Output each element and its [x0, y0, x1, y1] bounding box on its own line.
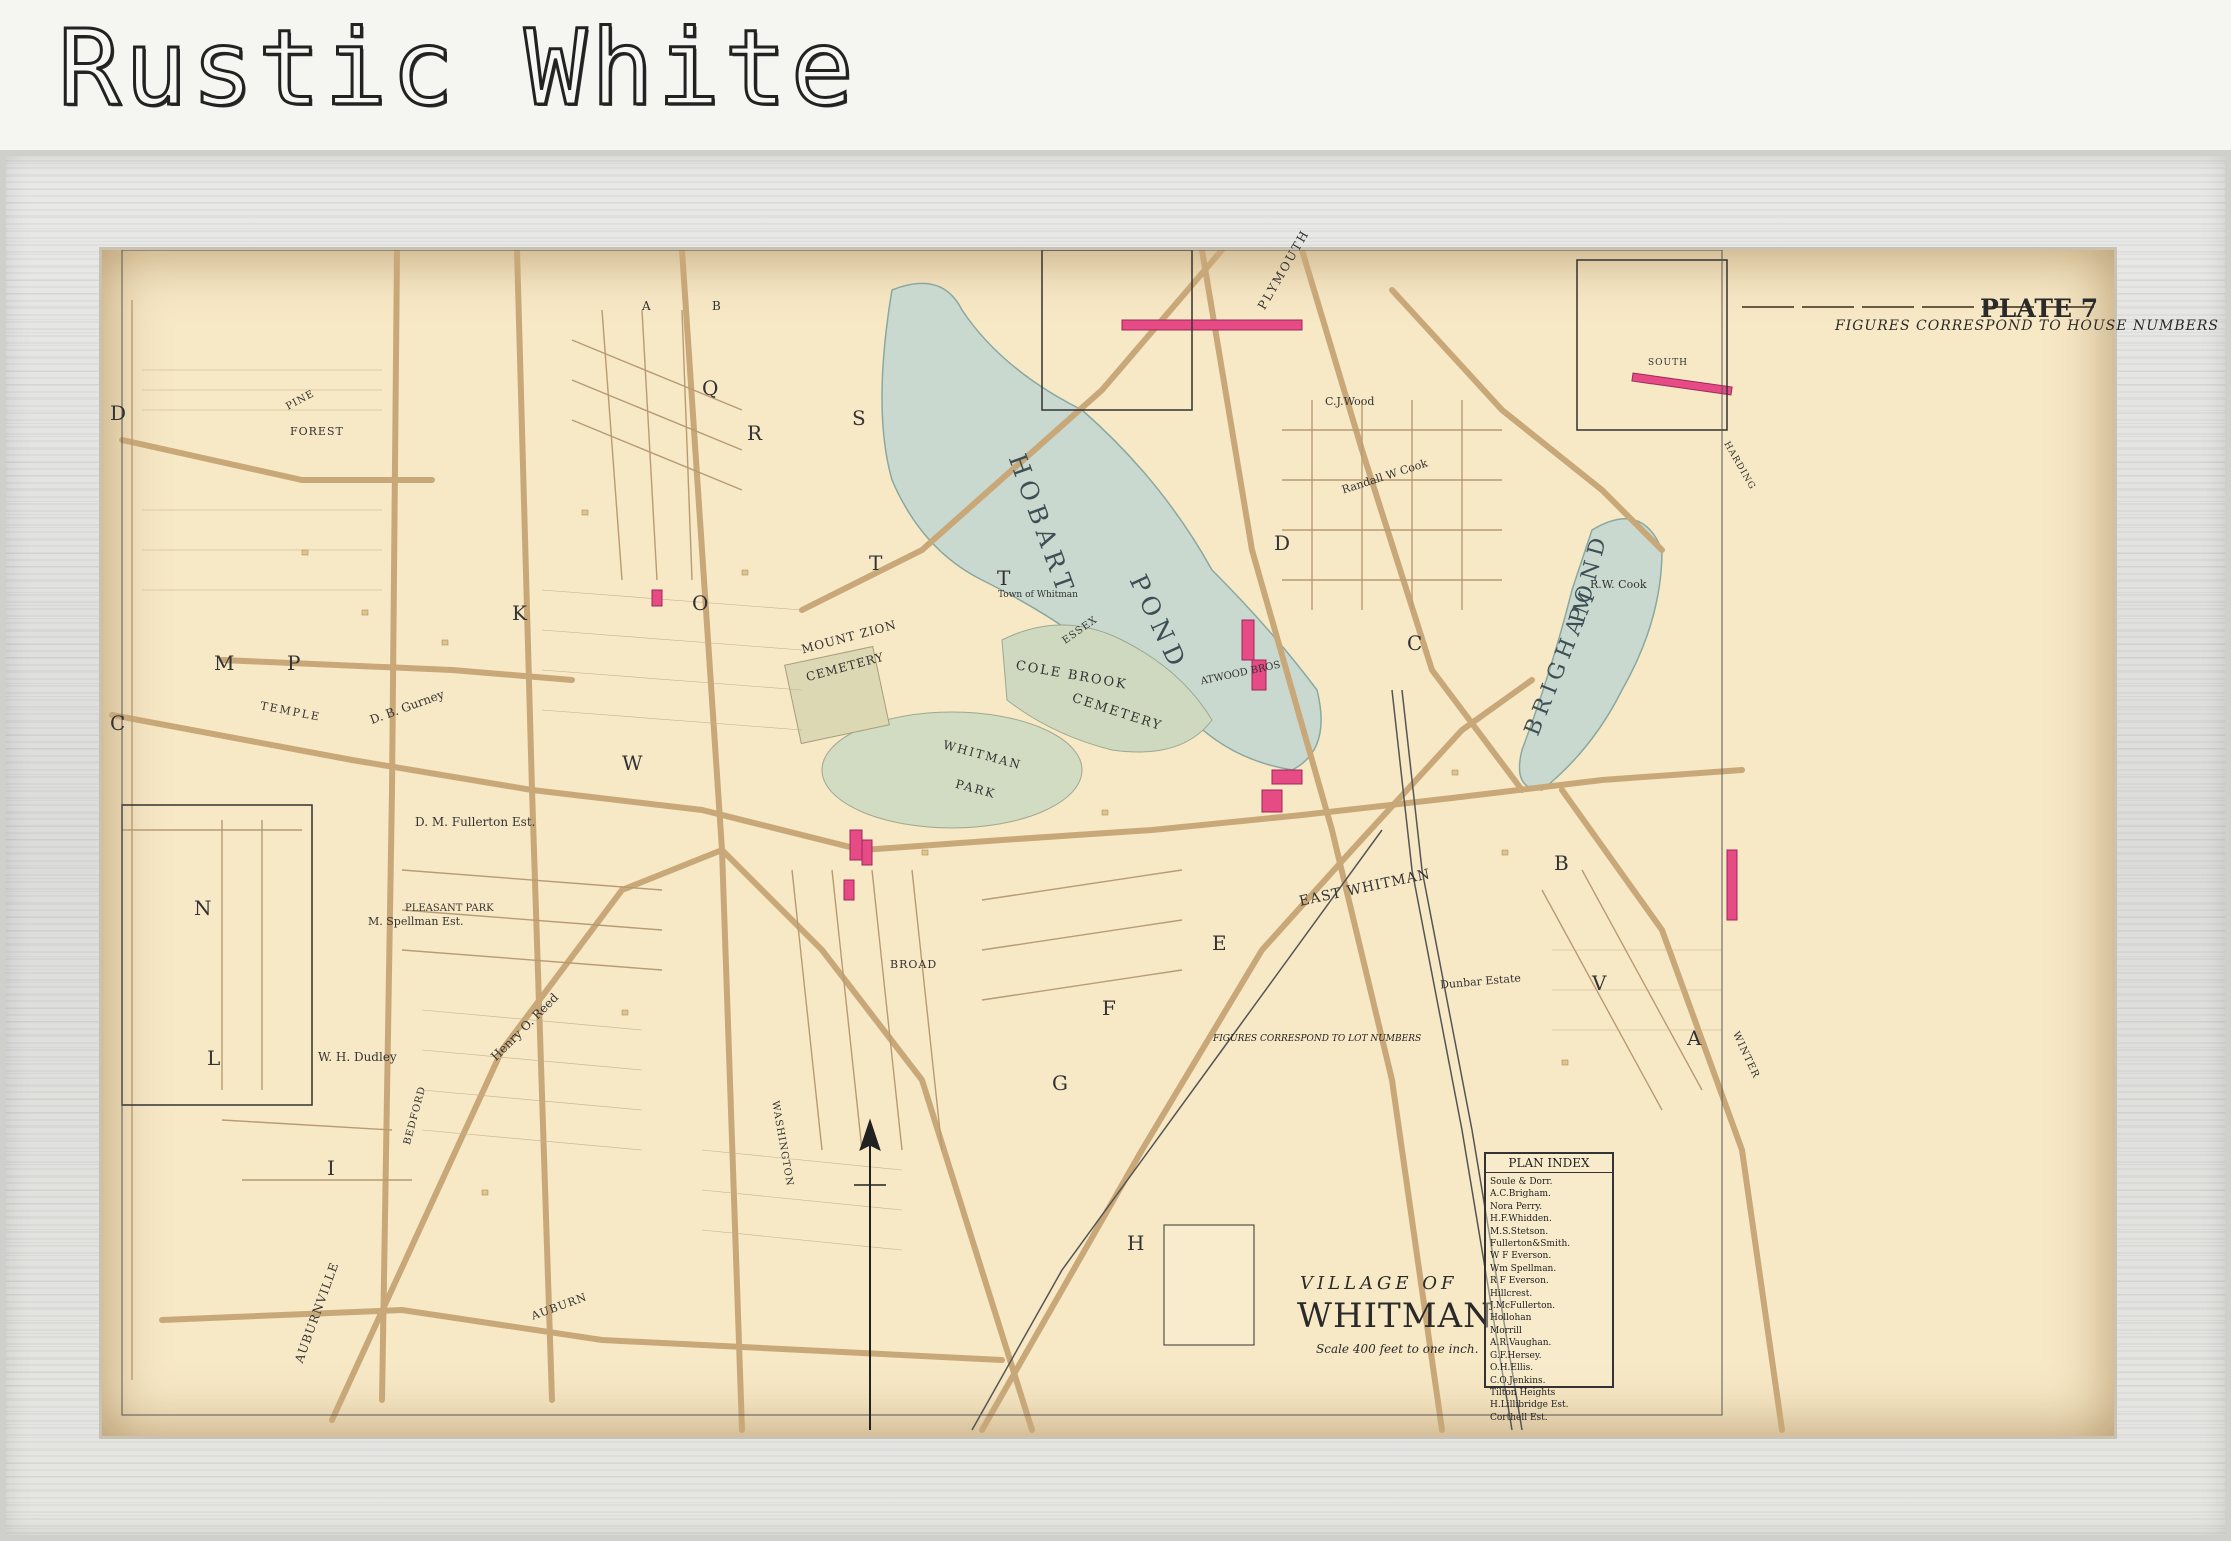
svg-text:B: B: [712, 299, 721, 313]
plan-index-list: Soule & Dorr. A.C.Brigham. Nora Perry. H.F.…: [1486, 1176, 1612, 1424]
svg-text:T: T: [869, 551, 883, 575]
house-numbers-heading: FIGURES CORRESPOND TO HOUSE NUMBERS: [1835, 318, 2219, 334]
svg-text:C: C: [110, 711, 125, 735]
plan-index-item: Tilton Heights: [1490, 1387, 1556, 1398]
plan-index-item: H.Lillibridge Est.: [1490, 1400, 1569, 1411]
dudley-label: W. H. Dudley: [318, 1050, 397, 1064]
map-artwork: W O M P K R Q S T T D C B V A E F G H I N L C D A B: [109, 250, 2094, 1433]
plan-index-item: M.S.Stetson.: [1490, 1226, 1549, 1237]
plan-index-item: J.McFullerton.: [1490, 1301, 1556, 1312]
svg-text:O: O: [692, 591, 708, 615]
svg-text:Q: Q: [702, 376, 718, 400]
svg-text:V: V: [1591, 971, 1607, 995]
svg-text:G: G: [1052, 1071, 1068, 1095]
plan-index-title: PLAN INDEX: [1486, 1154, 1612, 1173]
svg-text:E: E: [1212, 931, 1227, 955]
plan-index-box: PLAN INDEX Soule & Dorr. A.C.Brigham. Nora…: [1484, 1152, 1614, 1423]
plan-index-item: Hollohan: [1490, 1313, 1532, 1324]
plan-index-item: A.R.Vaughan.: [1490, 1338, 1552, 1349]
plan-index-item: Morrill: [1490, 1325, 1522, 1336]
svg-text:W: W: [622, 751, 643, 775]
village-of-label: VILLAGE OF: [1300, 1273, 1458, 1294]
svg-text:B: B: [1554, 851, 1569, 875]
svg-text:F: F: [1102, 996, 1116, 1020]
svg-text:D: D: [110, 401, 126, 425]
cj-wood-label: C.J.Wood: [1325, 395, 1375, 408]
plan-index-item: W F Everson.: [1490, 1251, 1552, 1262]
broad-street-label: BROAD: [890, 958, 938, 971]
plan-index-item: R F Everson.: [1490, 1276, 1549, 1287]
svg-text:I: I: [327, 1156, 335, 1180]
plan-index-item: Fullerton&Smith.: [1490, 1239, 1571, 1250]
plan-index-item: O.H.Ellis.: [1490, 1363, 1534, 1374]
svg-text:P: P: [287, 651, 300, 675]
rw-cook-label: R.W. Cook: [1590, 578, 1647, 591]
svg-text:C: C: [1407, 631, 1422, 655]
pleasant-park-label: PLEASANT PARK: [405, 903, 494, 914]
south-street-label: SOUTH: [1648, 358, 1688, 368]
plan-index-item: Soule & Dorr.: [1490, 1177, 1553, 1187]
plan-index-item: Corthell Est.: [1490, 1412, 1548, 1423]
spellman-estate-label: M. Spellman Est.: [368, 915, 464, 928]
lot-numbers-heading: FIGURES CORRESPOND TO LOT NUMBERS: [1213, 1034, 1422, 1044]
plan-index-item: Hillcrest.: [1490, 1288, 1533, 1299]
svg-text:H: H: [1127, 1231, 1144, 1255]
references-box: [1163, 1224, 1255, 1346]
svg-text:M: M: [214, 651, 234, 675]
svg-text:S: S: [852, 406, 866, 430]
svg-text:L: L: [207, 1046, 220, 1070]
svg-text:N: N: [194, 896, 212, 920]
svg-text:D: D: [1274, 531, 1290, 555]
svg-text:K: K: [512, 601, 528, 625]
forest-street-label: FOREST: [290, 425, 344, 438]
fullerton-estate-label: D. M. Fullerton Est.: [415, 815, 536, 829]
north-arrow-icon: [854, 1118, 886, 1430]
inset-map-right: [1576, 259, 1728, 431]
svg-text:R: R: [747, 421, 763, 445]
town-of-whitman-label: Town of Whitman: [998, 590, 1078, 600]
plan-index-item: A.C.Brigham.: [1490, 1189, 1551, 1200]
svg-text:A: A: [1686, 1026, 1702, 1050]
plan-index-item: Nora Perry.: [1490, 1201, 1543, 1212]
svg-text:A: A: [641, 299, 651, 313]
svg-text:T: T: [997, 566, 1011, 590]
page-title: Rustic White: [56, 7, 858, 129]
town-name: WHITMAN: [1297, 1296, 1494, 1336]
plan-index-item: Wm Spellman.: [1490, 1263, 1557, 1274]
plan-index-item: G.F.Hersey.: [1490, 1350, 1542, 1361]
house-markers: [301, 509, 1569, 1196]
plan-index-item: H.F.Whidden.: [1490, 1214, 1552, 1225]
scale-label: Scale 400 feet to one inch.: [1316, 1342, 1479, 1356]
plan-index-item: C.O.Jenkins.: [1490, 1375, 1546, 1386]
